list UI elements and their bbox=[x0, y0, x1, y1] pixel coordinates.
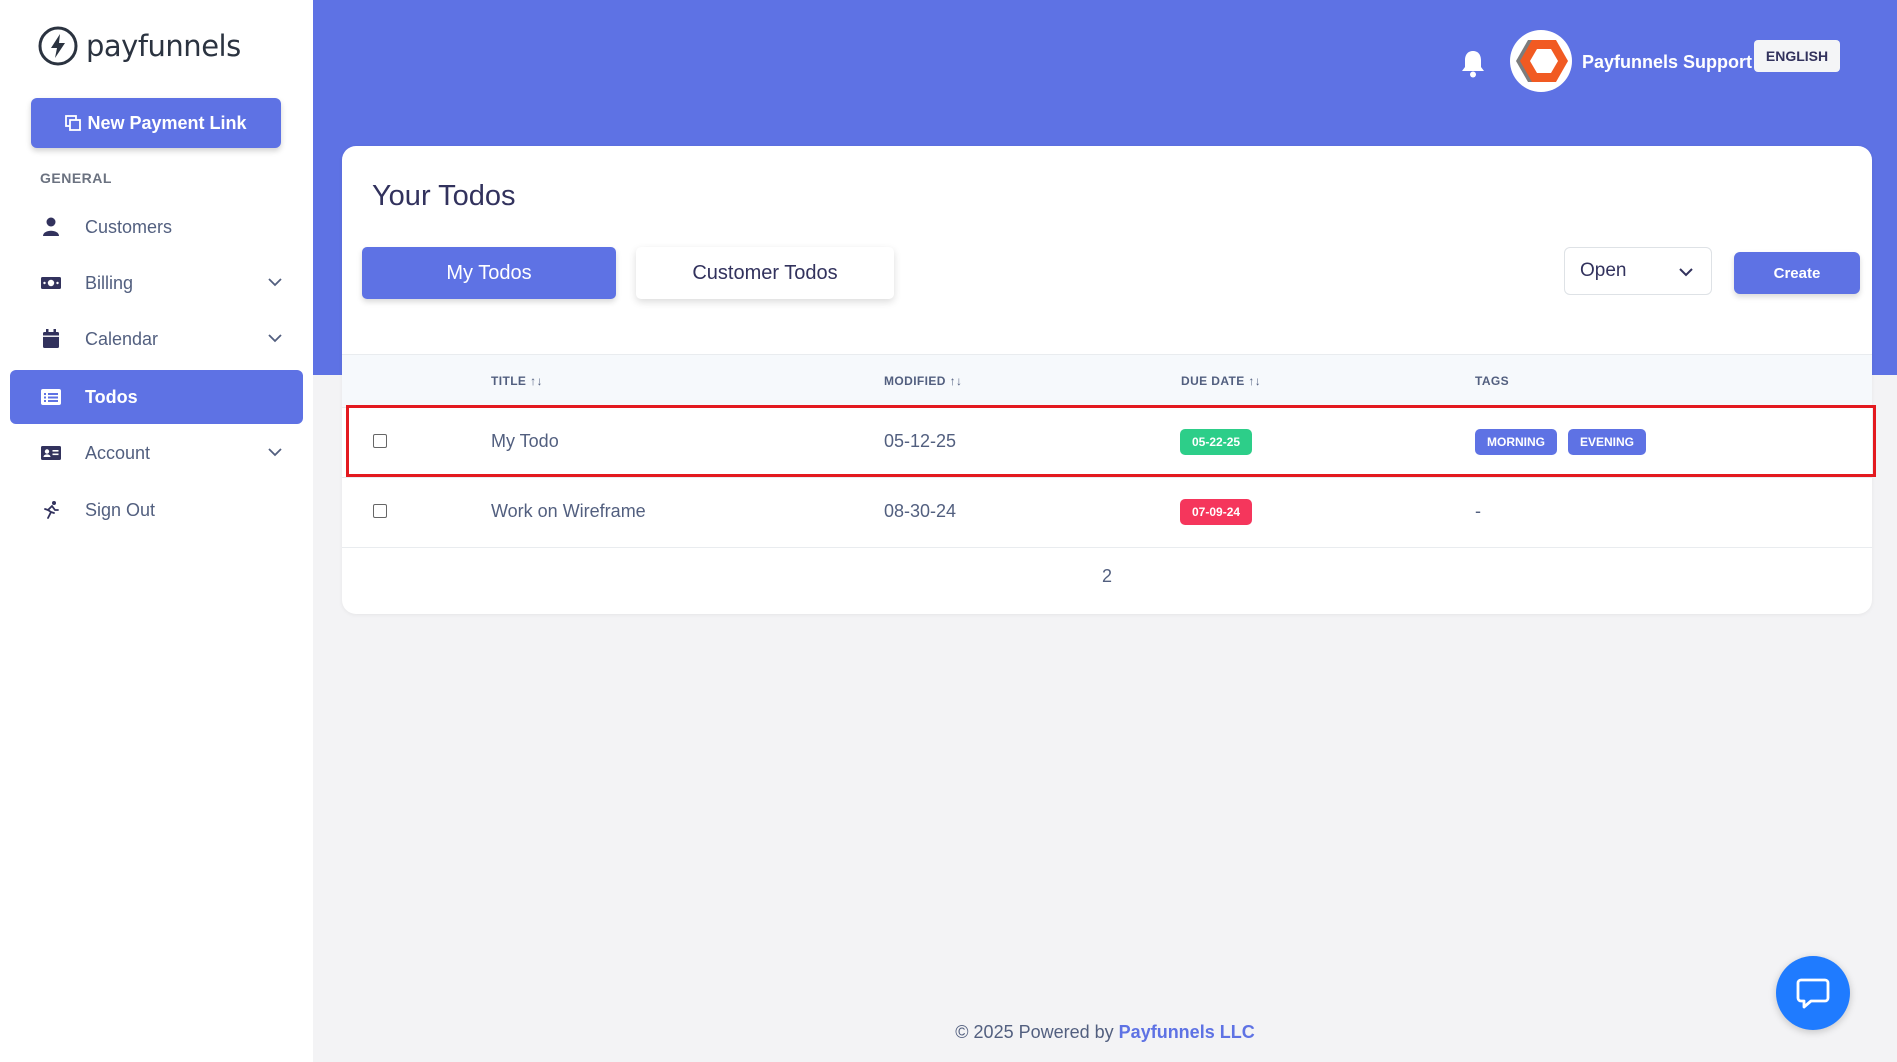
chat-bubble-icon bbox=[1796, 978, 1830, 1009]
page-title: Your Todos bbox=[372, 180, 516, 212]
section-label-general: GENERAL bbox=[40, 170, 112, 186]
column-header-title[interactable]: TITLE ↑↓ bbox=[491, 374, 543, 388]
new-payment-link-button[interactable]: New Payment Link bbox=[31, 98, 281, 148]
create-button[interactable]: Create bbox=[1734, 252, 1860, 294]
sidebar-item-todos[interactable]: Todos bbox=[10, 370, 303, 424]
chevron-down-icon bbox=[268, 278, 282, 287]
hexagon-logo-icon bbox=[1516, 40, 1568, 82]
logo[interactable]: payfunnels bbox=[38, 26, 241, 66]
user-name[interactable]: Payfunnels Support bbox=[1582, 52, 1752, 73]
tab-customer-todos[interactable]: Customer Todos bbox=[636, 247, 894, 299]
chevron-down-icon bbox=[1679, 268, 1693, 277]
bell-icon[interactable] bbox=[1458, 48, 1488, 80]
footer: © 2025 Powered by Payfunnels LLC bbox=[313, 1022, 1897, 1043]
sidebar-item-label: Customers bbox=[85, 217, 173, 237]
id-card-icon bbox=[41, 446, 61, 460]
table-row[interactable]: Work on Wireframe 08-30-24 07-09-24 - bbox=[342, 477, 1872, 548]
tab-my-todos[interactable]: My Todos bbox=[362, 247, 616, 299]
sidebar-item-billing[interactable]: Billing bbox=[10, 256, 303, 310]
tags-empty: - bbox=[1475, 501, 1481, 521]
language-button[interactable]: ENGLISH bbox=[1754, 40, 1840, 72]
row-highlight-box bbox=[346, 405, 1876, 477]
table-header: TITLE ↑↓ MODIFIED ↑↓ DUE DATE ↑↓ TAGS bbox=[342, 354, 1872, 408]
todo-modified: 08-30-24 bbox=[884, 501, 957, 521]
sidebar-item-account[interactable]: Account bbox=[10, 426, 303, 480]
list-icon bbox=[41, 389, 61, 405]
logo-text: payfunnels bbox=[86, 29, 241, 63]
avatar[interactable] bbox=[1510, 30, 1572, 92]
status-select-value: Open bbox=[1580, 260, 1627, 281]
sort-arrows-icon: ↑↓ bbox=[949, 374, 963, 388]
pagination-page[interactable]: 2 bbox=[342, 566, 1872, 587]
sidebar-item-calendar[interactable]: Calendar bbox=[10, 312, 303, 366]
chevron-down-icon bbox=[268, 334, 282, 343]
sort-arrows-icon: ↑↓ bbox=[530, 374, 543, 388]
due-date-badge: 07-09-24 bbox=[1180, 499, 1253, 525]
sidebar-item-label: Sign Out bbox=[85, 500, 156, 520]
user-icon bbox=[43, 217, 59, 236]
column-header-due-date[interactable]: DUE DATE ↑↓ bbox=[1181, 374, 1261, 388]
sidebar-item-label: Account bbox=[85, 443, 151, 463]
calendar-icon bbox=[43, 329, 59, 348]
sidebar: payfunnels New Payment Link GENERAL Cust… bbox=[0, 0, 313, 1062]
column-header-tags: TAGS bbox=[1475, 374, 1510, 388]
lightning-logo-icon bbox=[38, 26, 78, 66]
sidebar-item-label: Calendar bbox=[85, 329, 159, 349]
new-payment-link-label: New Payment Link bbox=[87, 112, 247, 133]
chevron-down-icon bbox=[268, 448, 282, 457]
sidebar-item-label: Todos bbox=[85, 387, 138, 407]
running-icon bbox=[44, 501, 59, 519]
sidebar-item-sign-out[interactable]: Sign Out bbox=[10, 483, 303, 537]
sidebar-item-label: Billing bbox=[85, 273, 134, 293]
sidebar-item-customers[interactable]: Customers bbox=[10, 200, 303, 254]
footer-text: © 2025 Powered by bbox=[955, 1022, 1114, 1042]
footer-brand-link[interactable]: Payfunnels LLC bbox=[1119, 1022, 1255, 1042]
copy-icon bbox=[65, 115, 82, 131]
todos-card: Your Todos My Todos Customer Todos Open … bbox=[342, 146, 1872, 614]
todo-title[interactable]: Work on Wireframe bbox=[491, 501, 646, 522]
sort-arrows-icon: ↑↓ bbox=[1248, 374, 1262, 388]
chat-support-button[interactable] bbox=[1776, 956, 1850, 1030]
column-header-modified[interactable]: MODIFIED ↑↓ bbox=[884, 374, 962, 388]
status-select[interactable]: Open bbox=[1564, 247, 1712, 295]
money-bill-icon bbox=[41, 277, 61, 289]
row-checkbox[interactable] bbox=[373, 504, 387, 518]
